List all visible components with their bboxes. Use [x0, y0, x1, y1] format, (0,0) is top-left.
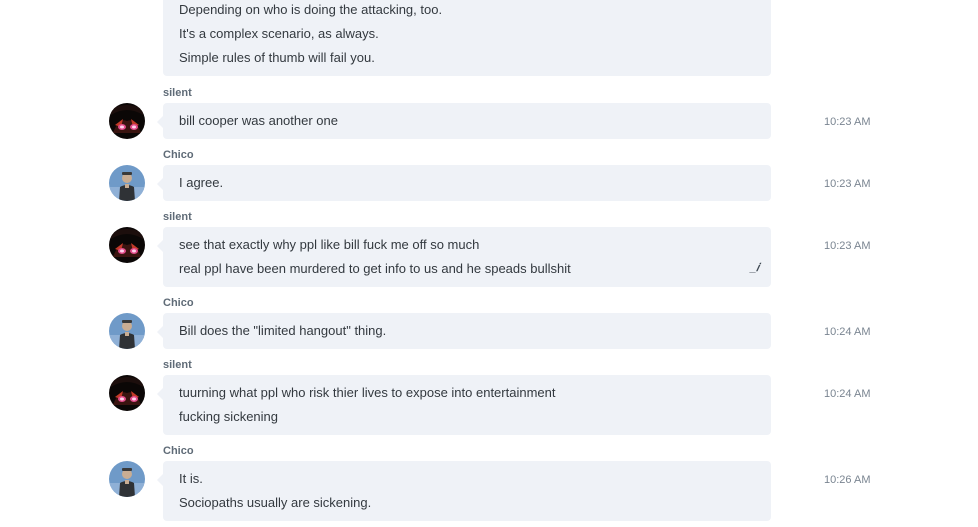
author-name[interactable]: silent [163, 359, 192, 372]
message-timestamp: 10:24 AM [824, 388, 871, 400]
message-text: I agree. [179, 175, 224, 190]
message-bubble[interactable]: tuurning what ppl who risk thier lives t… [157, 375, 771, 435]
message-bubble[interactable]: Depending on who is doing the attacking,… [163, 0, 771, 76]
message-timestamp: 10:26 AM [824, 474, 871, 486]
chico-avatar-icon [109, 313, 145, 349]
message-text: Bill does the "limited hangout" thing. [179, 323, 387, 338]
pencil-icon[interactable]: _𝑖 [750, 262, 759, 275]
message-timestamp: 10:23 AM [824, 240, 871, 252]
author-name[interactable]: silent [163, 211, 192, 224]
message-text: It is. [179, 471, 203, 486]
message-text: Depending on who is doing the attacking,… [179, 2, 443, 17]
silent-avatar-icon [109, 227, 145, 263]
message-bubble[interactable]: bill cooper was another one [157, 103, 771, 139]
avatar[interactable] [109, 227, 145, 263]
message-timestamp: 10:24 AM [824, 326, 871, 338]
message-text: It's a complex scenario, as always. [179, 26, 379, 41]
chico-avatar-icon [109, 165, 145, 201]
avatar[interactable] [109, 375, 145, 411]
message-text: see that exactly why ppl like bill fuck … [179, 237, 480, 252]
message-bubble[interactable]: see that exactly why ppl like bill fuck … [157, 227, 771, 287]
chat-history: Depending on who is doing the attacking,… [0, 0, 978, 527]
avatar[interactable] [109, 103, 145, 139]
silent-avatar-icon [109, 103, 145, 139]
message-text: bill cooper was another one [179, 113, 338, 128]
message-text: fucking sickening [179, 409, 278, 424]
silent-avatar-icon [109, 375, 145, 411]
avatar[interactable] [109, 165, 145, 201]
author-name[interactable]: Chico [163, 149, 194, 162]
chico-avatar-icon [109, 461, 145, 497]
message-text: Sociopaths usually are sickening. [179, 495, 372, 510]
message-timestamp: 10:23 AM [824, 116, 871, 128]
message-bubble[interactable]: I agree. [157, 165, 771, 201]
avatar[interactable] [109, 313, 145, 349]
avatar[interactable] [109, 461, 145, 497]
message-text: tuurning what ppl who risk thier lives t… [179, 385, 556, 400]
author-name[interactable]: silent [163, 87, 192, 100]
author-name[interactable]: Chico [163, 445, 194, 458]
message-text: Simple rules of thumb will fail you. [179, 50, 375, 65]
message-bubble[interactable]: Bill does the "limited hangout" thing. [157, 313, 771, 349]
author-name[interactable]: Chico [163, 297, 194, 310]
message-timestamp: 10:23 AM [824, 178, 871, 190]
message-text: real ppl have been murdered to get info … [179, 261, 571, 276]
message-bubble[interactable]: It is. Sociopaths usually are sickening. [157, 461, 771, 521]
